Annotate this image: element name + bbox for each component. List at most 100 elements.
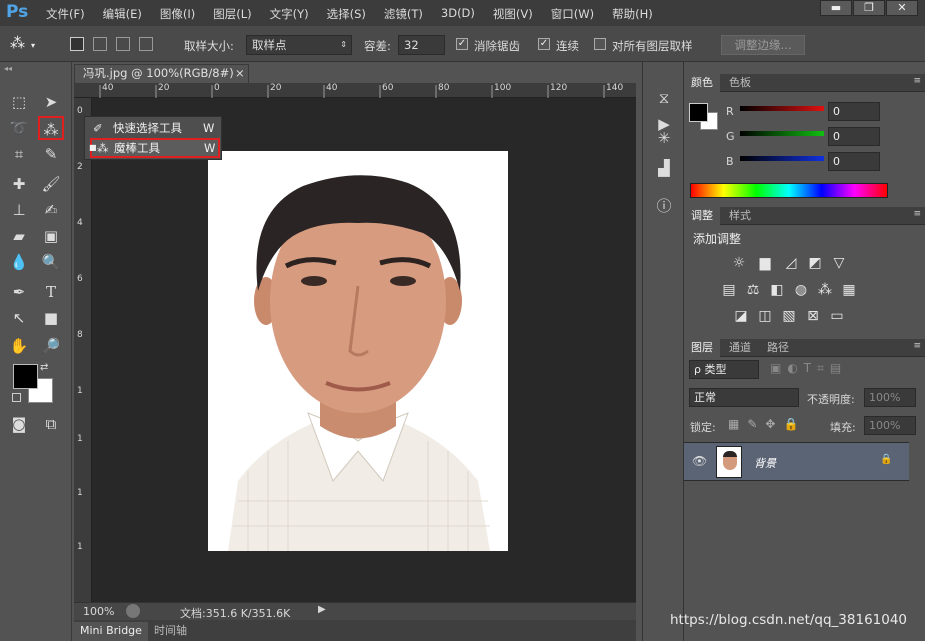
zoom-level[interactable]: 100% [83,605,114,618]
path-selection-tool-icon[interactable]: ↖ [6,306,32,330]
brush-tool-icon[interactable]: 🖌 [38,172,64,196]
lock-icons[interactable]: ▦✎✥🔒 [728,417,806,431]
invert-icon[interactable]: ◪ [732,307,750,325]
color-fg-swatch[interactable] [689,103,708,122]
menu-window[interactable]: 窗口(W) [551,6,594,22]
menu-filter[interactable]: 滤镜(T) [384,6,423,22]
restore-button[interactable]: ❐ [853,0,885,16]
hand-tool-icon[interactable]: ✋ [6,334,32,358]
panel-menu-icon[interactable]: ≡ [913,209,921,219]
panel-menu-icon[interactable]: ≡ [913,76,921,86]
layer-kind-filter[interactable]: ρ 类型 [689,360,759,379]
type-tool-icon[interactable]: T [38,280,64,304]
navigator-panel-icon[interactable]: ✳ [651,126,677,150]
default-colors-icon[interactable] [12,393,21,402]
antialias-checkbox[interactable]: ✓ [456,38,468,50]
panel-menu-icon[interactable]: ≡ [913,341,921,351]
magic-wand-tool-item[interactable]: ■ ⁂ 魔棒工具 W [89,138,220,158]
posterize-icon[interactable]: ◫ [756,307,774,325]
blend-mode-select[interactable]: 正常 [689,388,799,407]
tab-layers[interactable]: 图层 [684,339,720,357]
eye-icon[interactable]: 👁 [692,454,707,468]
layer-name[interactable]: 背景 [754,455,776,471]
healing-brush-tool-icon[interactable]: ✚ [6,172,32,196]
color-lookup-icon[interactable]: ▦ [840,281,858,299]
intersect-selection-icon[interactable] [139,37,153,51]
menu-file[interactable]: 文件(F) [46,6,85,22]
zoom-tool-icon[interactable]: 🔎 [38,334,64,358]
fill-input[interactable]: 100% [864,416,916,435]
magic-wand-tool-icon[interactable]: ⁂ [38,116,64,140]
tab-swatches[interactable]: 色板 [722,74,758,92]
photo-filter-icon[interactable]: ◍ [792,281,810,299]
tab-paths[interactable]: 路径 [760,339,796,357]
channel-b-input[interactable]: 0 [828,152,880,171]
quick-mask-icon[interactable]: ◙ [6,412,32,436]
collapse-toolbar-icon[interactable]: ◂◂ [4,64,12,73]
curves-icon[interactable]: ◿ [782,254,800,272]
rectangle-tool-icon[interactable]: ■ [38,306,64,330]
eyedropper-tool-icon[interactable]: ✎ [38,142,64,166]
foreground-color-swatch[interactable] [13,364,38,389]
channel-g-slider[interactable] [740,131,824,136]
channel-r-input[interactable]: 0 [828,102,880,121]
channel-g-input[interactable]: 0 [828,127,880,146]
menu-image[interactable]: 图像(I) [160,6,195,22]
menu-help[interactable]: 帮助(H) [612,6,653,22]
levels-icon[interactable]: ▆ [756,254,774,272]
menu-select[interactable]: 选择(S) [327,6,366,22]
close-document-icon[interactable]: × [235,65,245,82]
history-panel-icon[interactable]: ⧖ [651,86,677,110]
status-arrow-icon[interactable]: ▶ [318,604,326,615]
color-balance-icon[interactable]: ⚖ [744,281,762,299]
add-to-selection-icon[interactable] [93,37,107,51]
close-button[interactable]: ✕ [886,0,918,16]
black-white-icon[interactable]: ◧ [768,281,786,299]
histogram-panel-icon[interactable]: ▟ [651,156,677,180]
marquee-tool-icon[interactable]: ⬚ [6,90,32,114]
hue-saturation-icon[interactable]: ▤ [720,281,738,299]
tab-channels[interactable]: 通道 [722,339,758,357]
opacity-input[interactable]: 100% [864,388,916,407]
channel-r-slider[interactable] [740,106,824,111]
quick-selection-tool-item[interactable]: ✐ 快速选择工具 W [85,118,221,138]
exposure-icon[interactable]: ◩ [806,254,824,272]
eraser-tool-icon[interactable]: ▰ [6,224,32,248]
menu-view[interactable]: 视图(V) [493,6,533,22]
tab-styles[interactable]: 样式 [722,207,758,225]
magic-wand-preset-icon[interactable]: ⁂ ▾ [10,34,44,54]
channel-b-slider[interactable] [740,156,824,161]
menu-type[interactable]: 文字(Y) [270,6,309,22]
move-tool-icon[interactable]: ➤ [38,90,64,114]
swap-colors-icon[interactable]: ⇄ [40,362,48,373]
selective-color-icon[interactable]: ⊠ [804,307,822,325]
tab-timeline[interactable]: 时间轴 [154,622,187,639]
brightness-icon[interactable]: ☼ [730,254,748,272]
clone-stamp-tool-icon[interactable]: ⊥ [6,198,32,222]
dodge-tool-icon[interactable]: 🔍 [38,250,64,274]
channel-mixer-icon[interactable]: ⁂ [816,281,834,299]
status-menu-icon[interactable] [126,604,140,618]
info-panel-icon[interactable]: ⓘ [651,194,677,218]
screen-mode-icon[interactable]: ⧉ [38,412,64,436]
minimize-button[interactable]: ▬ [820,0,852,16]
contiguous-checkbox[interactable]: ✓ [538,38,550,50]
refine-edge-button[interactable]: 调整边缘... [721,35,805,55]
document-tab[interactable]: 冯巩.jpg @ 100%(RGB/8#) × [74,64,249,83]
pen-tool-icon[interactable]: ✒ [6,280,32,304]
gradient-map-icon[interactable]: ▭ [828,307,846,325]
tab-color[interactable]: 颜色 [684,74,720,92]
sample-all-layers-checkbox[interactable] [594,38,606,50]
subtract-from-selection-icon[interactable] [116,37,130,51]
crop-tool-icon[interactable]: ⌗ [6,142,32,166]
layer-row[interactable]: 👁 背景 🔒 [684,442,909,481]
document-canvas[interactable] [92,98,636,602]
vibrance-icon[interactable]: ▽ [830,254,848,272]
lasso-tool-icon[interactable]: ➰ [6,116,32,140]
tab-mini-bridge[interactable]: Mini Bridge [74,622,148,641]
layer-filter-icons[interactable]: ▣◐T⌗▤ [770,361,847,376]
tolerance-input[interactable]: 32 [398,35,445,55]
threshold-icon[interactable]: ▧ [780,307,798,325]
blur-tool-icon[interactable]: 💧 [6,250,32,274]
new-selection-icon[interactable] [70,37,84,51]
